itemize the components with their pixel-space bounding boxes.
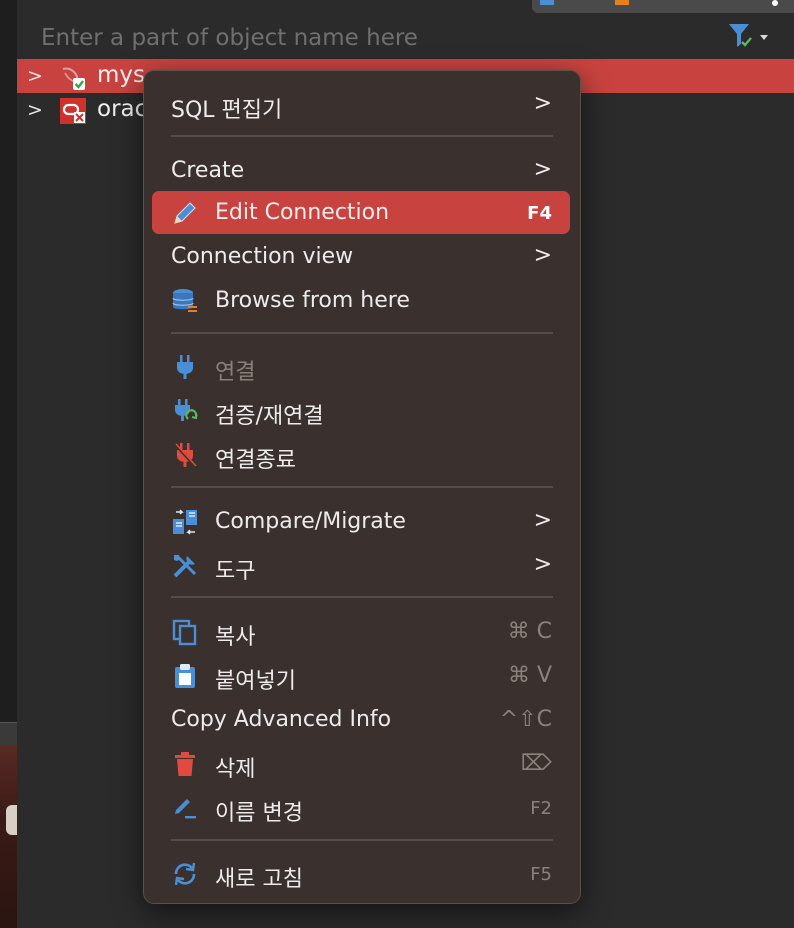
menu-item-refresh[interactable]: 새로 고침 F5: [152, 852, 570, 895]
copy-icon: [172, 619, 197, 646]
menu-separator: [171, 332, 553, 334]
menu-item-shortcut: F2: [530, 798, 552, 819]
filter-icon: [729, 24, 768, 47]
menu-item-label: Compare/Migrate: [215, 509, 406, 534]
plug-icon: [177, 355, 193, 379]
menu-item-sql-editor[interactable]: SQL 편집기 >: [152, 83, 570, 126]
menu-item-tools[interactable]: 도구 >: [152, 544, 570, 587]
object-name-filter-input[interactable]: [39, 22, 643, 54]
menu-separator: [171, 596, 553, 598]
navigator-filter-row: [17, 18, 794, 58]
menu-item-label: SQL 편집기: [171, 98, 283, 123]
menu-item-copy-advanced-info[interactable]: Copy Advanced Info ^⇧C: [152, 698, 570, 741]
menu-item-create[interactable]: Create >: [152, 149, 570, 192]
chevron-right-icon: >: [533, 157, 552, 182]
menu-item-label: 도구: [215, 559, 256, 584]
oracle-icon: [60, 98, 86, 124]
menu-item-edit-connection[interactable]: Edit Connection F4: [152, 191, 570, 234]
tree-item-label: mys: [97, 62, 145, 88]
pencil-icon: [174, 202, 196, 224]
menu-item-shortcut: ^⇧C: [499, 707, 552, 732]
chevron-right-icon[interactable]: >: [27, 65, 43, 87]
paste-icon: [175, 664, 195, 688]
left-panel-image: [0, 745, 17, 928]
menu-item-disconnect[interactable]: 연결종료: [152, 433, 570, 476]
plug-off-icon: [173, 442, 197, 468]
menu-item-label: Connection view: [171, 244, 354, 269]
menu-item-label: 붙여넣기: [215, 669, 296, 694]
menu-separator: [171, 839, 553, 841]
chevron-right-icon: >: [533, 508, 552, 533]
menu-item-paste[interactable]: 붙여넣기 ⌘ V: [152, 654, 570, 697]
menu-item-label: 검증/재연결: [215, 404, 324, 429]
menu-item-label: 연결종료: [215, 448, 296, 473]
menu-item-browse-from-here[interactable]: Browse from here: [152, 279, 570, 322]
menu-item-label: 복사: [215, 625, 256, 650]
toolbar-dock: [532, 0, 794, 13]
toolbar-icon-blue[interactable]: [540, 0, 554, 5]
menu-item-shortcut: F5: [530, 864, 552, 885]
tools-icon: [173, 554, 197, 578]
chevron-right-icon: >: [533, 243, 552, 268]
menu-item-connect[interactable]: 연결: [152, 345, 570, 388]
compare-icon: [173, 509, 197, 535]
menu-separator: [171, 135, 553, 137]
menu-item-label: 삭제: [215, 757, 256, 782]
menu-item-validate-reconnect[interactable]: 검증/재연결: [152, 389, 570, 432]
menu-item-label: Copy Advanced Info: [171, 707, 392, 732]
chevron-right-icon: >: [533, 91, 552, 116]
top-toolbar: [17, 0, 794, 18]
menu-item-shortcut: ⌘ C: [507, 619, 552, 644]
rename-icon: [175, 799, 196, 819]
menu-item-shortcut: F4: [527, 203, 552, 224]
chevron-right-icon[interactable]: >: [27, 99, 43, 121]
trash-icon: [175, 752, 195, 776]
menu-item-compare-migrate[interactable]: Compare/Migrate >: [152, 500, 570, 543]
toolbar-indicator-dot: [772, 0, 778, 6]
menu-item-copy[interactable]: 복사 ⌘ C: [152, 610, 570, 653]
left-panel-tab: [0, 722, 17, 745]
menu-item-label: Create: [171, 158, 245, 183]
refresh-icon: [174, 862, 196, 886]
menu-item-label: 새로 고침: [215, 867, 303, 892]
menu-item-label: 이름 변경: [215, 801, 303, 826]
tree-item-label: orac: [97, 96, 148, 122]
toolbar-icon-orange[interactable]: [615, 0, 629, 5]
menu-item-label: Browse from here: [215, 288, 410, 313]
menu-item-shortcut: ⌘ V: [507, 663, 552, 688]
context-menu: SQL 편집기 > Create > Edit Connection F4 Co…: [143, 70, 581, 904]
menu-item-rename[interactable]: 이름 변경 F2: [152, 786, 570, 829]
menu-separator: [171, 486, 553, 488]
left-panel-edge: [0, 0, 17, 928]
database-icon: [172, 289, 197, 312]
menu-item-shortcut: ⌦: [520, 751, 552, 776]
chevron-right-icon: >: [533, 552, 552, 577]
plug-refresh-icon: [175, 399, 198, 421]
menu-item-label: Edit Connection: [215, 200, 390, 225]
mysql-dolphin-icon: [62, 67, 85, 90]
menu-item-delete[interactable]: 삭제 ⌦: [152, 742, 570, 785]
menu-item-connection-view[interactable]: Connection view >: [152, 235, 570, 278]
filter-button[interactable]: [727, 22, 775, 52]
left-panel-image-detail: [6, 805, 17, 835]
menu-item-label: 연결: [215, 360, 256, 385]
